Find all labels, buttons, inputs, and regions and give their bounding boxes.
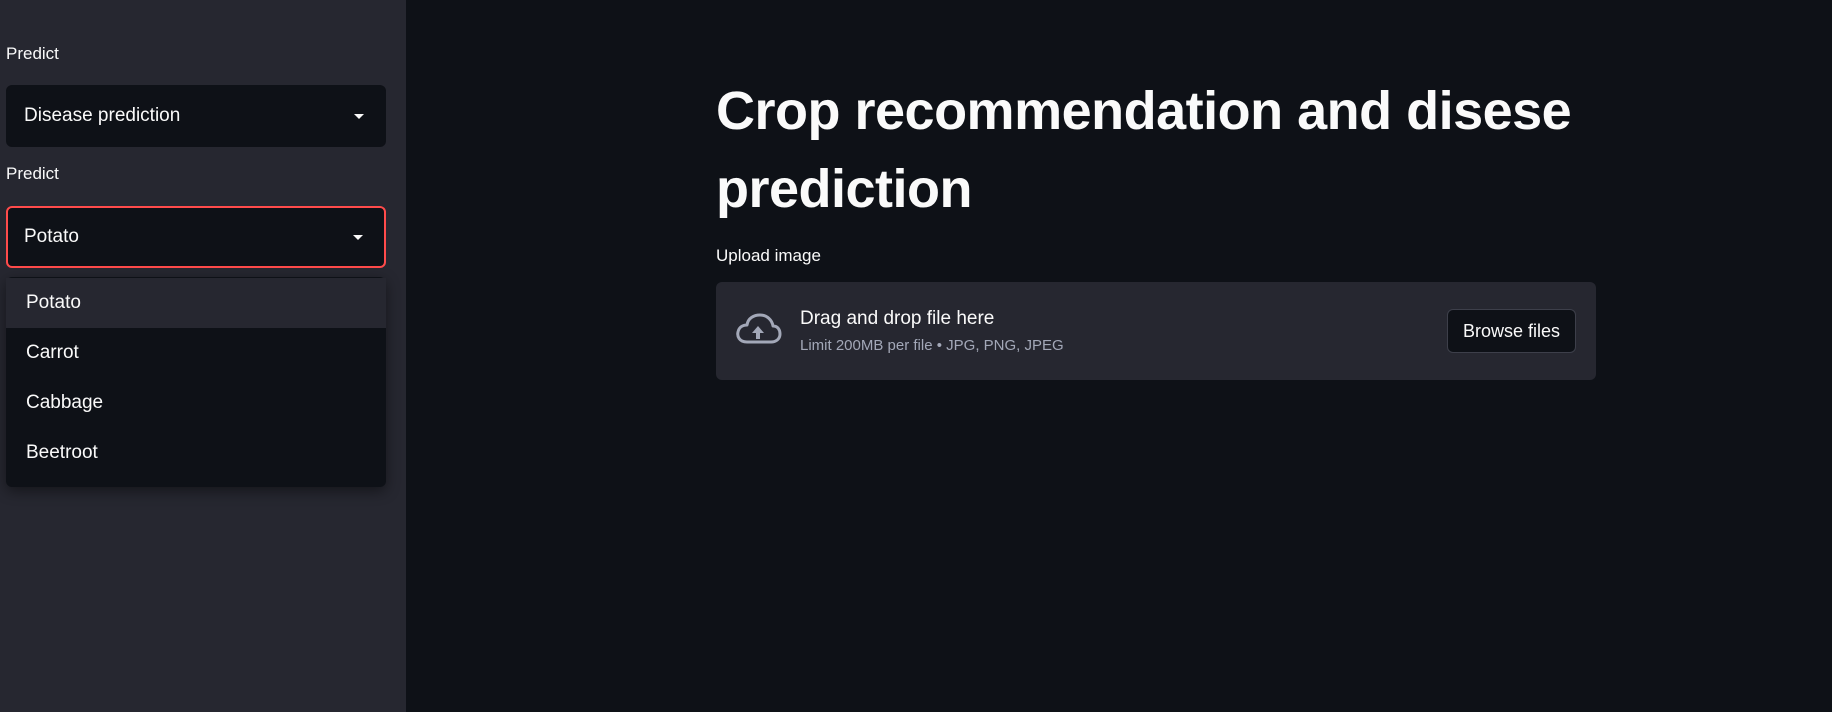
- crop-select-label: Predict: [6, 164, 59, 183]
- dropzone-limits: Limit 200MB per file • JPG, PNG, JPEG: [800, 337, 1064, 354]
- crop-select[interactable]: Potato: [6, 206, 386, 268]
- predict-mode-value: Disease prediction: [24, 105, 181, 126]
- caret-down-icon: [353, 234, 363, 240]
- menu-item-carrot[interactable]: Carrot: [6, 328, 386, 378]
- predict-mode-select[interactable]: Disease prediction: [6, 85, 386, 147]
- crop-dropdown-menu: Potato Carrot Cabbage Beetroot: [6, 277, 386, 487]
- dropzone-instruction: Drag and drop file here: [800, 308, 995, 329]
- app: Predict Disease prediction Predict Potat…: [0, 0, 1832, 712]
- file-dropzone[interactable]: Drag and drop file here Limit 200MB per …: [716, 282, 1596, 380]
- sidebar: Predict Disease prediction Predict Potat…: [0, 0, 406, 712]
- predict-mode-label: Predict: [6, 44, 59, 63]
- page-title: Crop recommendation and disese predictio…: [716, 81, 1572, 219]
- caret-down-icon: [354, 113, 364, 119]
- menu-item-beetroot[interactable]: Beetroot: [6, 428, 386, 478]
- menu-item-cabbage[interactable]: Cabbage: [6, 378, 386, 428]
- upload-image-label: Upload image: [716, 246, 821, 265]
- dropzone-text: Drag and drop file here Limit 200MB per …: [800, 308, 1447, 354]
- cloud-upload-icon: [736, 313, 782, 344]
- crop-select-value: Potato: [24, 226, 79, 247]
- browse-files-button[interactable]: Browse files: [1446, 309, 1576, 353]
- menu-item-potato[interactable]: Potato: [6, 278, 386, 328]
